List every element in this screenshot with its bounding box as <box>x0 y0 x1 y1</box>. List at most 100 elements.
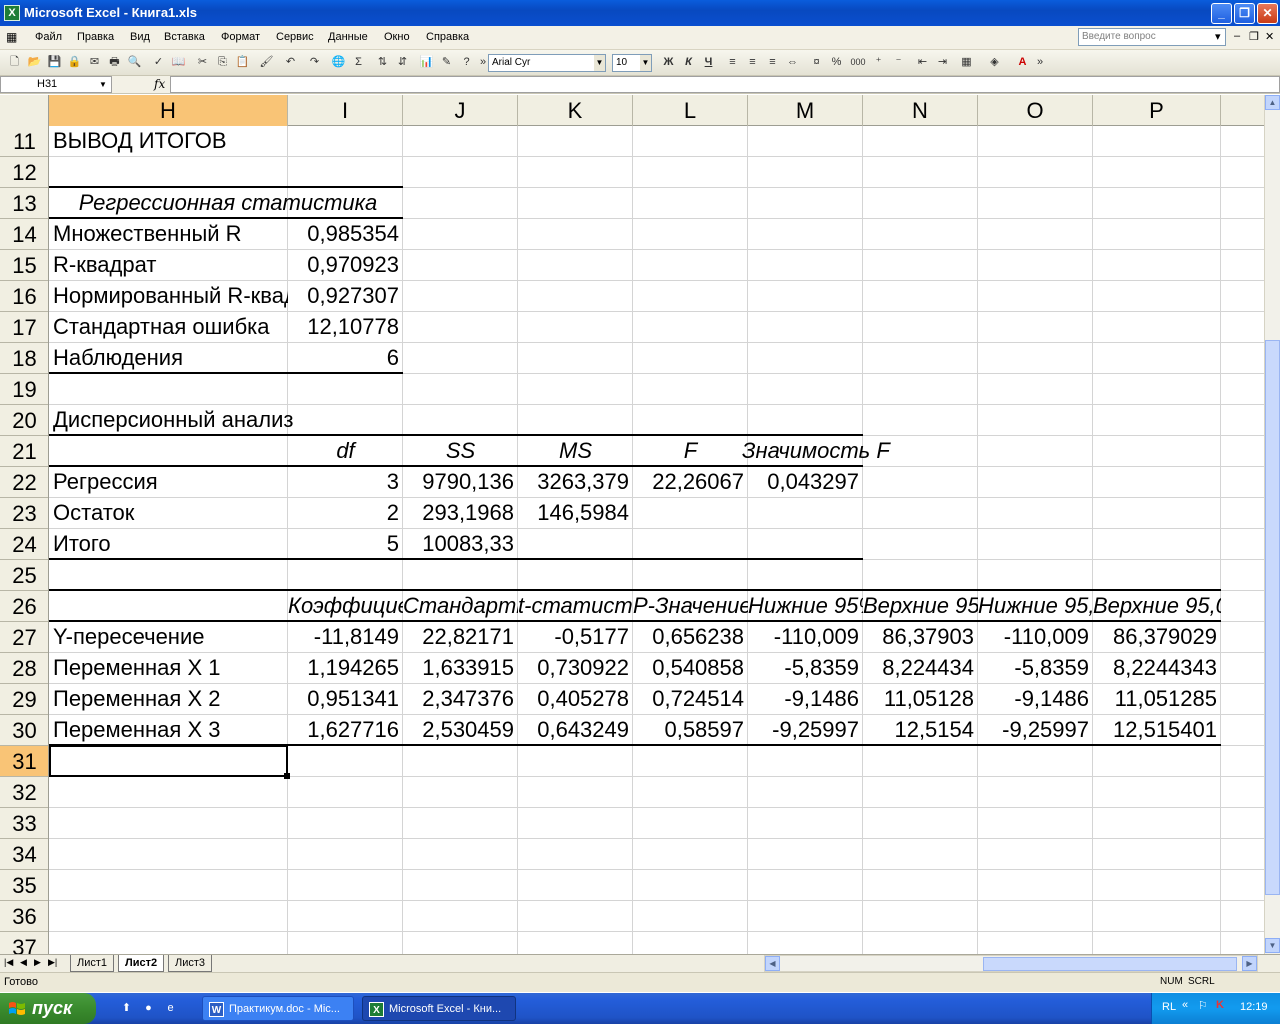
document-icon[interactable]: ▦ <box>6 30 17 44</box>
row-header-36[interactable]: 36 <box>0 901 48 932</box>
fill-handle[interactable] <box>284 773 290 779</box>
cell-n26[interactable]: Верхние 95% <box>863 591 978 622</box>
row-header-20[interactable]: 20 <box>0 405 48 436</box>
menu-view[interactable]: Вид <box>130 31 150 43</box>
sheet-tab-3[interactable]: Лист3 <box>168 955 213 972</box>
thousands-button[interactable]: 000 <box>848 54 868 71</box>
cell-j22[interactable]: 9790,136 <box>403 467 518 498</box>
cell-o26[interactable]: Нижние 95,0% <box>978 591 1093 622</box>
cell-h28[interactable]: Переменная X 1 <box>49 653 288 684</box>
cell-i17[interactable]: 12,10778 <box>288 312 403 343</box>
sort-asc-icon[interactable]: ⇅ <box>374 54 391 71</box>
row-header-14[interactable]: 14 <box>0 219 48 250</box>
save-icon[interactable]: 💾 <box>46 54 63 71</box>
ask-question-input[interactable]: Введите вопрос <box>1078 28 1226 46</box>
hyperlink-icon[interactable]: 🌐 <box>330 54 347 71</box>
quicklaunch-app-icon[interactable]: ● <box>140 1000 157 1017</box>
cell-h22[interactable]: Регрессия <box>49 467 288 498</box>
cell-m30[interactable]: -9,25997 <box>748 715 863 746</box>
cell-k27[interactable]: -0,5177 <box>518 622 633 653</box>
row-header-19[interactable]: 19 <box>0 374 48 405</box>
cell-i29[interactable]: 0,951341 <box>288 684 403 715</box>
cell-m29[interactable]: -9,1486 <box>748 684 863 715</box>
row-header-17[interactable]: 17 <box>0 312 48 343</box>
row-header-30[interactable]: 30 <box>0 715 48 746</box>
cell-l22[interactable]: 22,26067 <box>633 467 748 498</box>
redo-icon[interactable]: ↷ <box>306 54 323 71</box>
permission-icon[interactable]: 🔒 <box>66 54 83 71</box>
prev-sheet-icon[interactable]: ◀ <box>20 957 27 968</box>
quicklaunch-arrow-icon[interactable]: ⬆ <box>118 1000 135 1017</box>
formula-input[interactable] <box>170 76 1280 93</box>
toolbar-options-icon[interactable]: » <box>1036 54 1044 71</box>
last-sheet-icon[interactable]: ▶| <box>48 957 57 968</box>
cell-i16[interactable]: 0,927307 <box>288 281 403 312</box>
cell-j24[interactable]: 10083,33 <box>403 529 518 560</box>
sheet-tab-2[interactable]: Лист2 <box>118 955 165 972</box>
language-indicator[interactable]: RL <box>1162 1001 1176 1013</box>
scroll-right-icon[interactable]: ▶ <box>1242 956 1257 971</box>
task-excel[interactable]: X Microsoft Excel - Кни... <box>362 996 516 1021</box>
cell-n29[interactable]: 11,05128 <box>863 684 978 715</box>
cell-k29[interactable]: 0,405278 <box>518 684 633 715</box>
quicklaunch-browser-icon[interactable]: e <box>162 1000 179 1017</box>
cell-h15[interactable]: R-квадрат <box>49 250 288 281</box>
column-header-l[interactable]: L <box>633 95 748 126</box>
font-size-select[interactable]: 10 ▼ <box>612 54 652 72</box>
decrease-indent-icon[interactable]: ⇤ <box>914 54 931 71</box>
cell-j29[interactable]: 2,347376 <box>403 684 518 715</box>
cell-h16[interactable]: Нормированный R-квадрат <box>49 281 288 312</box>
row-header-29[interactable]: 29 <box>0 684 48 715</box>
column-header-o[interactable]: O <box>978 95 1093 126</box>
menu-help[interactable]: Справка <box>426 31 469 43</box>
cell-h23[interactable]: Остаток <box>49 498 288 529</box>
menu-insert[interactable]: Вставка <box>164 31 205 43</box>
row-header-32[interactable]: 32 <box>0 777 48 808</box>
row-header-18[interactable]: 18 <box>0 343 48 374</box>
menu-tools[interactable]: Сервис <box>276 31 314 43</box>
cell-o29[interactable]: -9,1486 <box>978 684 1093 715</box>
align-center-icon[interactable]: ≡ <box>744 54 761 71</box>
column-header-h[interactable]: H <box>49 95 288 126</box>
row-header-16[interactable]: 16 <box>0 281 48 312</box>
cell-h30[interactable]: Переменная X 3 <box>49 715 288 746</box>
doc-close-icon[interactable]: ✕ <box>1265 30 1274 43</box>
cell-h13[interactable]: Регрессионная статистика <box>49 188 403 219</box>
sheet-tab-1[interactable]: Лист1 <box>70 955 115 972</box>
start-button[interactable]: пуск <box>0 993 96 1024</box>
research-icon[interactable]: 📖 <box>170 54 187 71</box>
cell-m27[interactable]: -110,009 <box>748 622 863 653</box>
cell-m21[interactable]: Значимость F <box>742 436 902 467</box>
bold-button[interactable]: Ж <box>660 54 677 71</box>
worksheet-grid[interactable]: ВЫВОД ИТОГОВ Регрессионная статистика Множ… <box>49 126 1264 954</box>
cell-p27[interactable]: 86,379029 <box>1093 622 1221 653</box>
cell-j27[interactable]: 22,82171 <box>403 622 518 653</box>
cell-j28[interactable]: 1,633915 <box>403 653 518 684</box>
sort-desc-icon[interactable]: ⇵ <box>394 54 411 71</box>
help-icon[interactable]: ? <box>458 54 475 71</box>
menu-format[interactable]: Формат <box>221 31 260 43</box>
network-icon[interactable]: ⚐ <box>1198 999 1208 1012</box>
autosum-icon[interactable]: Σ <box>350 54 367 71</box>
cell-l21[interactable]: F <box>633 436 748 467</box>
horizontal-scrollbar[interactable]: ◀ ▶ <box>764 955 1258 972</box>
undo-icon[interactable]: ↶ <box>282 54 299 71</box>
row-header-22[interactable]: 22 <box>0 467 48 498</box>
increase-decimal-icon[interactable]: ⁺ <box>870 54 887 71</box>
cell-n30[interactable]: 12,5154 <box>863 715 978 746</box>
fill-color-icon[interactable]: ◈ <box>986 54 1003 71</box>
cell-l29[interactable]: 0,724514 <box>633 684 748 715</box>
cell-p28[interactable]: 8,2244343 <box>1093 653 1221 684</box>
row-header-31[interactable]: 31 <box>0 746 48 777</box>
cell-h17[interactable]: Стандартная ошибка <box>49 312 288 343</box>
cell-i24[interactable]: 5 <box>288 529 403 560</box>
spelling-icon[interactable]: ✓ <box>150 54 167 71</box>
open-icon[interactable]: 📂 <box>26 54 43 71</box>
cell-p26[interactable]: Верхние 95,0% <box>1093 591 1221 622</box>
new-icon[interactable]: 🗋 <box>6 54 23 71</box>
cell-k23[interactable]: 146,5984 <box>518 498 633 529</box>
vertical-scroll-thumb[interactable] <box>1265 340 1280 895</box>
cell-p29[interactable]: 11,051285 <box>1093 684 1221 715</box>
cell-i30[interactable]: 1,627716 <box>288 715 403 746</box>
menu-window[interactable]: Окно <box>384 31 410 43</box>
